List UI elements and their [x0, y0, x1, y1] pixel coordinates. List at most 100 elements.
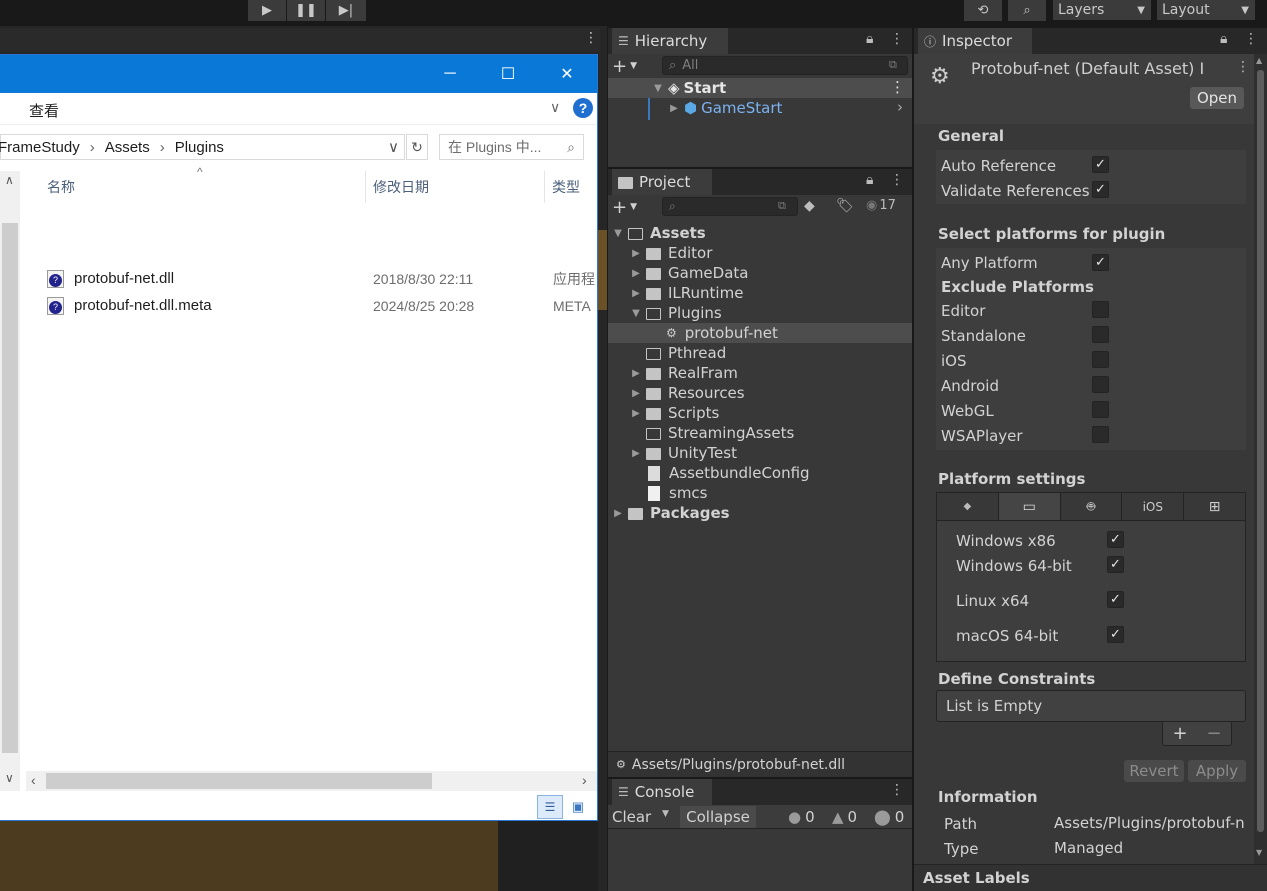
project-item-plugins[interactable]: ▼ Plugins	[608, 303, 912, 323]
fold-closed-icon[interactable]: ▶	[626, 448, 646, 459]
project-item-gamedata[interactable]: ▶ GameData	[608, 263, 912, 283]
scrollbar-thumb[interactable]	[46, 773, 432, 789]
tab-default-platform[interactable]: ◆	[937, 493, 999, 520]
fold-closed-icon[interactable]: ▶	[626, 268, 646, 279]
scrollbar-thumb[interactable]	[2, 223, 18, 753]
breadcrumb-item[interactable]: Assets	[105, 139, 150, 156]
more-menu-icon[interactable]: ⋮	[890, 78, 905, 96]
scroll-up-icon[interactable]: ▲	[1256, 56, 1262, 65]
search-button[interactable]: ⌕	[1008, 0, 1046, 21]
file-row[interactable]: ? protobuf-net.dll 2018/8/30 22:11 应用程	[47, 265, 597, 292]
more-menu-icon[interactable]: ⋮	[584, 30, 598, 46]
more-menu-icon[interactable]: ⋮	[890, 782, 904, 798]
project-item-assetbundleconfig[interactable]: AssetbundleConfig	[608, 463, 912, 483]
fold-closed-icon[interactable]: ▶	[626, 288, 646, 299]
search-input[interactable]: 在 Plugins 中... ⌕	[439, 134, 584, 160]
hierarchy-search-input[interactable]: ⌕ All ⧉	[662, 56, 908, 75]
breadcrumb-item[interactable]: Plugins	[175, 139, 224, 156]
scroll-down-icon[interactable]: ∨	[5, 771, 14, 785]
more-menu-icon[interactable]: ⋮	[1236, 59, 1250, 75]
help-icon[interactable]: ?	[573, 98, 593, 118]
fold-closed-icon[interactable]: ▶	[664, 103, 684, 114]
hierarchy-item-start[interactable]: ▼ ◈ Start ⋮	[608, 78, 912, 98]
undo-history-button[interactable]: ⟲	[964, 0, 1002, 21]
details-view-button[interactable]: ☰	[537, 795, 563, 819]
search-by-type-icon[interactable]: ⧉	[889, 58, 897, 72]
column-header-modified[interactable]: 修改日期	[373, 171, 543, 203]
pause-button[interactable]: ❚❚	[287, 0, 325, 21]
project-item-resources[interactable]: ▶ Resources	[608, 383, 912, 403]
fold-closed-icon[interactable]: ▶	[626, 408, 646, 419]
layout-dropdown[interactable]: Layout ▼	[1157, 0, 1255, 20]
chevron-right-icon[interactable]: ›	[897, 98, 903, 116]
fold-open-icon[interactable]: ▼	[648, 83, 668, 94]
tab-console[interactable]: ☰ Console	[612, 779, 712, 805]
project-item-realfram[interactable]: ▶ RealFram	[608, 363, 912, 383]
inspector-scrollbar[interactable]: ▲ ▼	[1254, 54, 1267, 864]
tab-inspector[interactable]: ⓘ Inspector	[918, 28, 1032, 54]
column-divider[interactable]	[544, 171, 545, 203]
tab-project[interactable]: Project	[612, 169, 712, 195]
maximize-button[interactable]: ☐	[479, 55, 537, 93]
ribbon-tab-view[interactable]: 查看	[29, 100, 59, 121]
fold-open-icon[interactable]: ▼	[608, 228, 628, 239]
file-row[interactable]: ? protobuf-net.dll.meta 2024/8/25 20:28 …	[47, 292, 597, 319]
warning-toggle[interactable]: ▲ 0	[832, 806, 857, 828]
project-item-protobuf-net[interactable]: ⚙ protobuf-net	[608, 323, 912, 343]
project-item-smcs[interactable]: smcs	[608, 483, 912, 503]
apply-button[interactable]: Apply	[1188, 760, 1246, 782]
error-toggle[interactable]: ⬤ 0	[874, 806, 904, 828]
macos-64-checkbox[interactable]: ✓	[1107, 626, 1124, 643]
create-button[interactable]: + ▼	[612, 197, 644, 218]
fold-closed-icon[interactable]: ▶	[626, 368, 646, 379]
asset-labels-bar[interactable]: Asset Labels	[914, 864, 1267, 891]
exclude-ios-checkbox[interactable]	[1092, 351, 1109, 368]
exclude-webgl-checkbox[interactable]	[1092, 401, 1109, 418]
dropdown-arrow-icon[interactable]: ▼	[662, 809, 669, 819]
scroll-up-icon[interactable]: ∧	[5, 173, 14, 187]
filter-by-label-icon[interactable]: 🏷︎	[836, 198, 854, 214]
add-constraint-button[interactable]: +	[1172, 723, 1187, 744]
step-button[interactable]: ▶|	[326, 0, 366, 21]
more-menu-icon[interactable]: ⋮	[1244, 31, 1258, 47]
fold-closed-icon[interactable]: ▶	[626, 388, 646, 399]
project-item-pthread[interactable]: Pthread	[608, 343, 912, 363]
tab-windows-store[interactable]: ⊞	[1184, 493, 1245, 520]
clear-button[interactable]: Clear	[612, 806, 651, 828]
revert-button[interactable]: Revert	[1124, 760, 1184, 782]
large-icons-view-button[interactable]: ▣	[566, 795, 590, 819]
play-button[interactable]: ▶	[248, 0, 286, 21]
breadcrumb-item[interactable]: FrameStudy	[0, 139, 80, 156]
tab-standalone[interactable]: ▭	[998, 493, 1061, 520]
more-menu-icon[interactable]: ⋮	[890, 172, 904, 188]
exclude-android-checkbox[interactable]	[1092, 376, 1109, 393]
scrollbar-thumb[interactable]	[1257, 70, 1264, 832]
project-item-scripts[interactable]: ▶ Scripts	[608, 403, 912, 423]
collapse-button[interactable]: Collapse	[680, 806, 756, 828]
project-item-streamingassets[interactable]: StreamingAssets	[608, 423, 912, 443]
tab-android[interactable]: 🤖︎	[1061, 493, 1123, 520]
exclude-editor-checkbox[interactable]	[1092, 301, 1109, 318]
project-item-editor[interactable]: ▶ Editor	[608, 243, 912, 263]
project-item-ilruntime[interactable]: ▶ ILRuntime	[608, 283, 912, 303]
exclude-standalone-checkbox[interactable]	[1092, 326, 1109, 343]
project-item-unitytest[interactable]: ▶ UnityTest	[608, 443, 912, 463]
lock-icon[interactable]: 🔒︎	[1220, 31, 1227, 47]
scroll-left-icon[interactable]: ‹	[31, 772, 36, 788]
layers-dropdown[interactable]: Layers ▼	[1053, 0, 1151, 20]
filter-by-type-icon[interactable]: ◆	[804, 198, 815, 214]
windows-64-checkbox[interactable]: ✓	[1107, 556, 1124, 573]
tab-ios[interactable]: iOS	[1122, 493, 1185, 520]
project-item-packages[interactable]: ▶ Packages	[608, 503, 912, 523]
chevron-down-icon[interactable]: ∨	[550, 99, 560, 116]
hierarchy-item-gamestart[interactable]: ▶ ⬢ GameStart ›	[608, 98, 912, 118]
column-header-name[interactable]: 名称	[47, 171, 365, 203]
nav-pane-scrollbar[interactable]: ∧ ∨	[0, 171, 20, 791]
scroll-down-icon[interactable]: ▼	[1256, 848, 1262, 857]
address-bar[interactable]: FrameStudy › Assets › Plugins ∨	[0, 134, 405, 160]
any-platform-checkbox[interactable]: ✓	[1092, 254, 1109, 271]
column-header-type[interactable]: 类型	[552, 171, 597, 203]
lock-icon[interactable]: 🔒︎	[866, 31, 873, 47]
refresh-button[interactable]: ↻	[406, 134, 428, 160]
lock-icon[interactable]: 🔒︎	[866, 172, 873, 188]
